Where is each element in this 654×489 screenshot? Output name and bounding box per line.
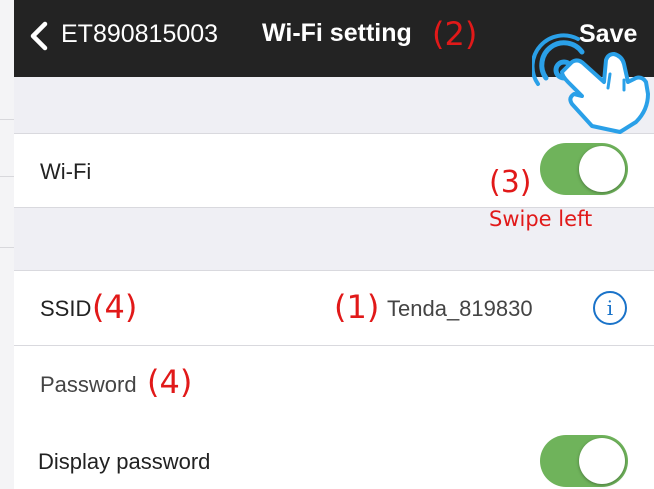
wifi-row: Wi-Fi (3)	[14, 134, 654, 207]
chevron-left-icon[interactable]	[28, 21, 50, 51]
password-row[interactable]: Password (4)	[14, 346, 654, 416]
save-button[interactable]: Save	[579, 20, 637, 49]
password-label: Password	[40, 372, 137, 397]
toggle-knob	[579, 146, 625, 192]
ssid-value: Tenda_819830	[387, 296, 533, 321]
display-password-row: Display password	[14, 416, 654, 489]
display-password-label: Display password	[38, 449, 211, 474]
ssid-row[interactable]: SSID (4) (1) Tenda_819830 i	[14, 271, 654, 345]
wifi-annotation: (3)	[489, 165, 532, 200]
display-password-toggle[interactable]	[540, 435, 628, 487]
ssid-value-annotation: (1)	[334, 288, 380, 326]
background-window-edge	[0, 0, 14, 489]
page-title: Wi-Fi setting	[262, 19, 412, 47]
ssid-label: SSID	[40, 296, 92, 321]
nav-bar: ET890815003 Wi-Fi setting (2) Save	[14, 0, 654, 77]
ssid-label-annotation: (4)	[92, 288, 138, 326]
device-name: ET890815003	[61, 20, 219, 48]
toggle-knob	[579, 438, 625, 484]
wifi-label: Wi-Fi	[40, 159, 92, 184]
password-label-annotation: (4)	[147, 363, 193, 401]
section-gap-top	[14, 77, 654, 133]
info-icon[interactable]: i	[593, 291, 627, 325]
swipe-hint: Swipe left	[489, 207, 593, 231]
wifi-toggle[interactable]	[540, 143, 628, 195]
title-annotation: (2)	[432, 15, 478, 53]
